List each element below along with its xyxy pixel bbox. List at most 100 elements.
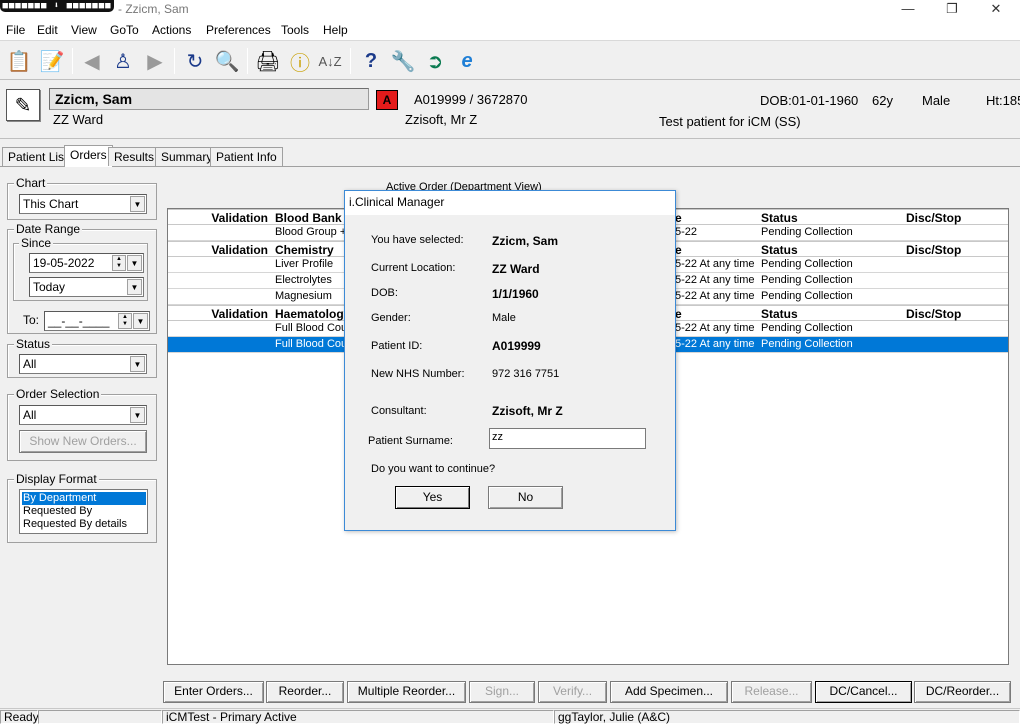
chevron-down-icon[interactable]: ▼ xyxy=(130,356,145,372)
display-format-option[interactable]: By Department xyxy=(22,492,146,505)
dob-label: DOB: xyxy=(371,287,398,299)
back-arrow-icon[interactable]: ◀ xyxy=(78,47,106,75)
tab-orders[interactable]: Orders xyxy=(64,145,113,167)
cell-validation: Validation xyxy=(211,243,268,257)
tab-patient-info[interactable]: Patient Info xyxy=(210,147,283,166)
cell-date: 5-22 At any time xyxy=(675,338,755,350)
chart-group: Chart This Chart ▼ xyxy=(7,176,157,220)
forward-arrow-icon[interactable]: ▶ xyxy=(141,47,169,75)
print-icon[interactable]: 🖨 xyxy=(254,47,282,75)
cell-name: Chemistry xyxy=(275,243,334,257)
status-select[interactable]: All ▼ xyxy=(19,354,147,374)
enter-orders-button[interactable]: Enter Orders... xyxy=(163,681,264,703)
reorder-button[interactable]: Reorder... xyxy=(266,681,344,703)
multiple-reorder-button[interactable]: Multiple Reorder... xyxy=(347,681,466,703)
toolbar-separator xyxy=(247,48,248,74)
cell-name: Magnesium xyxy=(275,290,332,302)
tab-results[interactable]: Results xyxy=(108,147,161,166)
display-format-option[interactable]: Requested By xyxy=(22,505,146,518)
patient-details-icon[interactable]: 📝 xyxy=(38,47,66,75)
display-format-list[interactable]: By Department Requested By Requested By … xyxy=(19,489,148,534)
people-icon[interactable]: ♙ xyxy=(109,47,137,75)
surname-input[interactable]: zz xyxy=(489,428,646,449)
search-icon[interactable]: 🔍 xyxy=(213,47,241,75)
menu-bar: File Edit View GoTo Actions Preferences … xyxy=(0,20,1020,41)
tab-strip: Patient List Orders Results Summary Pati… xyxy=(0,145,1020,167)
dob-value: 1/1/1960 xyxy=(492,287,539,301)
show-new-orders-button[interactable]: Show New Orders... xyxy=(19,430,147,453)
menu-help[interactable]: Help xyxy=(323,23,348,37)
patient-dob: DOB:01-01-1960 xyxy=(760,93,859,108)
allergy-alert-badge[interactable]: A xyxy=(376,90,398,110)
order-selection-label: Order Selection xyxy=(14,387,102,401)
menu-file[interactable]: File xyxy=(6,23,25,37)
spin-updown-icon[interactable]: ▲ ▼ xyxy=(118,313,132,329)
order-selection-select[interactable]: All ▼ xyxy=(19,405,147,425)
help-icon[interactable]: ? xyxy=(357,47,385,75)
release-button[interactable]: Release... xyxy=(731,681,812,703)
surname-label: Patient Surname: xyxy=(368,435,453,447)
add-specimen-button[interactable]: Add Specimen... xyxy=(610,681,728,703)
chevron-down-icon[interactable]: ▼ xyxy=(133,313,148,329)
minimize-icon[interactable]: — xyxy=(888,0,928,18)
menu-preferences[interactable]: Preferences xyxy=(206,23,271,37)
menu-actions[interactable]: Actions xyxy=(152,23,191,37)
toolbar: 📋 📝 ◀ ♙ ▶ ↻ 🔍 🖨 ⓘ A↓Z ? 🔧 ➲ e xyxy=(0,42,1020,80)
since-date-picker[interactable]: 19-05-2022 ▲ ▼ ▼ xyxy=(29,253,144,273)
chevron-down-icon[interactable]: ▼ xyxy=(127,279,142,295)
menu-view[interactable]: View xyxy=(71,23,97,37)
verify-button[interactable]: Verify... xyxy=(538,681,607,703)
patient-notes-icon[interactable]: ✎ xyxy=(6,89,40,121)
order-selection-group: Order Selection All ▼ Show New Orders... xyxy=(7,387,157,461)
cell-date: 5-22 At any time xyxy=(675,290,755,302)
selected-value: Zzicm, Sam xyxy=(492,234,559,248)
patient-id-value: A019999 xyxy=(492,339,541,353)
patient-note: Test patient for iCM (SS) xyxy=(659,114,801,129)
location-value: ZZ Ward xyxy=(492,262,540,276)
cell-name: Haematology xyxy=(275,307,344,321)
patient-header: ✎ Zzicm, Sam ZZ Ward A A019999 / 3672870… xyxy=(0,81,1020,139)
consultant-label: Consultant: xyxy=(371,405,427,417)
sort-az-icon[interactable]: A↓Z xyxy=(316,47,344,75)
tools-icon[interactable]: 🔧 xyxy=(389,47,417,75)
internet-explorer-icon[interactable]: e xyxy=(453,47,481,75)
chevron-down-icon[interactable]: ▼ xyxy=(127,255,142,271)
patient-consultant: Zzisoft, Mr Z xyxy=(405,112,478,127)
sign-button[interactable]: Sign... xyxy=(469,681,535,703)
chevron-down-icon[interactable]: ▼ xyxy=(130,196,145,212)
patient-ward: ZZ Ward xyxy=(53,112,104,127)
exit-icon[interactable]: ➲ xyxy=(421,47,449,75)
chart-select-value: This Chart xyxy=(23,197,79,211)
cell-validation: Validation xyxy=(211,307,268,321)
close-icon[interactable]: ✕ xyxy=(976,0,1016,18)
patient-height: Ht:185 xyxy=(986,93,1020,108)
status-environment: iCMTest - Primary Active xyxy=(162,710,554,724)
display-format-option[interactable]: Requested By details xyxy=(22,518,146,531)
tab-summary[interactable]: Summary xyxy=(155,147,219,166)
spin-updown-icon[interactable]: ▲ ▼ xyxy=(112,255,126,271)
confirm-patient-dialog: i.Clinical Manager You have selected: Zz… xyxy=(344,190,676,531)
menu-tools[interactable]: Tools xyxy=(281,23,309,37)
period-select-value: Today xyxy=(33,280,66,294)
to-date-picker[interactable]: __-__-____ ▲ ▼ ▼ xyxy=(44,311,150,331)
period-select[interactable]: Today ▼ xyxy=(29,277,144,297)
restore-icon[interactable]: ❐ xyxy=(932,0,972,18)
menu-goto[interactable]: GoTo xyxy=(110,23,139,37)
location-label: Current Location: xyxy=(371,262,456,274)
chevron-down-icon[interactable]: ▼ xyxy=(130,407,145,423)
yes-button[interactable]: Yes xyxy=(395,486,470,509)
cell-status: Pending Collection xyxy=(761,322,853,334)
since-date-value: 19-05-2022 xyxy=(33,256,95,270)
tab-patient-list[interactable]: Patient List xyxy=(2,147,74,166)
dc-cancel-button[interactable]: DC/Cancel... xyxy=(815,681,912,703)
no-button[interactable]: No xyxy=(488,486,563,509)
patient-age: 62y xyxy=(872,93,893,108)
info-icon[interactable]: ⓘ xyxy=(286,47,314,75)
refresh-icon[interactable]: ↻ xyxy=(181,47,209,75)
patient-list-icon[interactable]: 📋 xyxy=(5,47,33,75)
chart-select[interactable]: This Chart ▼ xyxy=(19,194,147,214)
cell-date: e xyxy=(675,307,682,321)
menu-edit[interactable]: Edit xyxy=(37,23,58,37)
cell-name: Liver Profile xyxy=(275,258,334,270)
dc-reorder-button[interactable]: DC/Reorder... xyxy=(914,681,1011,703)
